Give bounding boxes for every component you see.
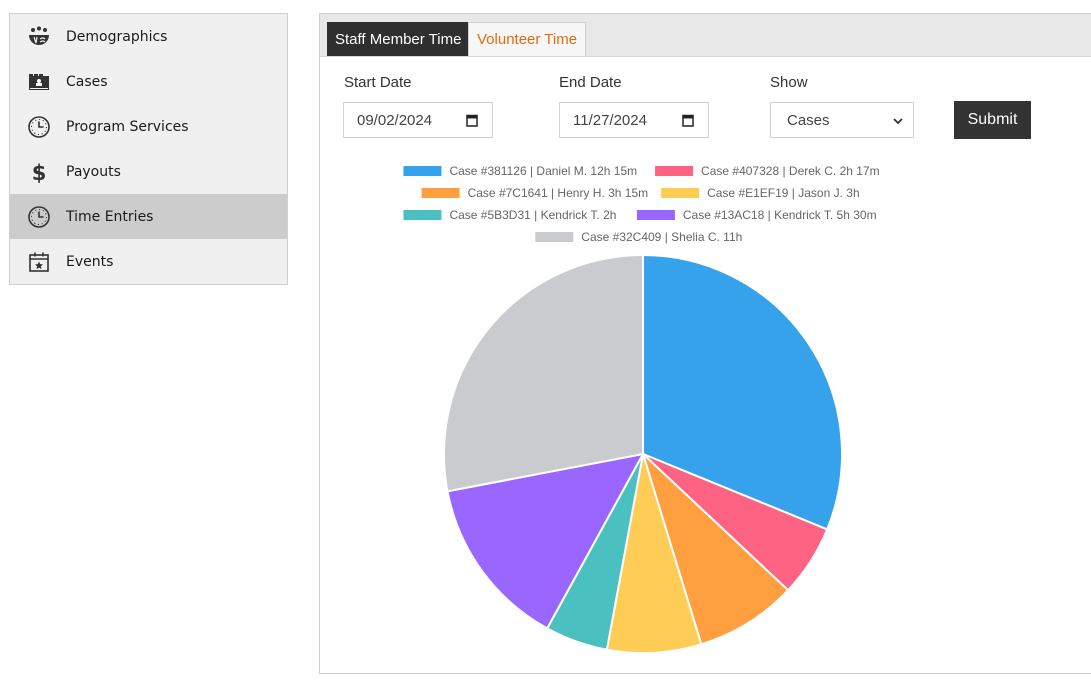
legend-swatch[interactable] (403, 166, 442, 176)
legend-swatch[interactable] (636, 210, 675, 220)
pie-chart: Case #381126 | Daniel M. 12h 15m Case #40… (403, 164, 880, 654)
legend-swatch[interactable] (535, 232, 574, 242)
legend-label[interactable]: Case #7C1641 | Henry H. 3h 15m (468, 186, 649, 200)
sidebar-item-label: Program Services (66, 118, 189, 135)
sidebar-item-events[interactable]: Events (10, 239, 287, 284)
clock-icon (26, 114, 52, 140)
svg-text:$: $ (32, 161, 47, 184)
sidebar-item-label: Payouts (66, 163, 121, 180)
legend-label[interactable]: Case #381126 | Daniel M. 12h 15m (449, 164, 637, 178)
legend-label[interactable]: Case #32C409 | Shelia C. 11h (581, 230, 742, 244)
legend-label[interactable]: Case #5B3D31 | Kendrick T. 2h (449, 208, 616, 222)
sidebar-item-demographics[interactable]: Demographics (10, 14, 287, 59)
pie-slice[interactable] (443, 253, 644, 493)
time-entries-panel: Staff Member Time Volunteer Time Start D… (319, 13, 1091, 674)
chart-slices (443, 253, 843, 654)
legend-swatch[interactable] (661, 188, 700, 198)
legend-swatch[interactable] (403, 210, 442, 220)
sidebar-item-label: Demographics (66, 28, 168, 45)
clock-icon (26, 204, 52, 230)
chart-legend: Case #381126 | Daniel M. 12h 15m Case #40… (403, 164, 880, 244)
sidebar-item-label: Events (66, 253, 114, 270)
calendar-star-icon (26, 249, 52, 275)
legend-label[interactable]: Case #407328 | Derek C. 2h 17m (701, 164, 880, 178)
dollar-icon: $ (26, 159, 52, 185)
sidebar-item-label: Cases (66, 73, 108, 90)
sidebar-item-label: Time Entries (66, 208, 154, 225)
case-folder-icon (26, 69, 52, 95)
sidebar-item-cases[interactable]: Cases (10, 59, 287, 104)
legend-swatch[interactable] (421, 188, 460, 198)
legend-swatch[interactable] (655, 166, 694, 176)
demographics-icon (26, 24, 52, 50)
legend-label[interactable]: Case #E1EF19 | Jason J. 3h (707, 186, 860, 200)
sidebar-nav: Demographics Cases Program Services $ Pa… (9, 13, 288, 285)
legend-label[interactable]: Case #13AC18 | Kendrick T. 5h 30m (683, 208, 877, 222)
sidebar-item-time-entries[interactable]: Time Entries (10, 194, 287, 239)
sidebar-item-payouts[interactable]: $ Payouts (10, 149, 287, 194)
sidebar-item-program-services[interactable]: Program Services (10, 104, 287, 149)
